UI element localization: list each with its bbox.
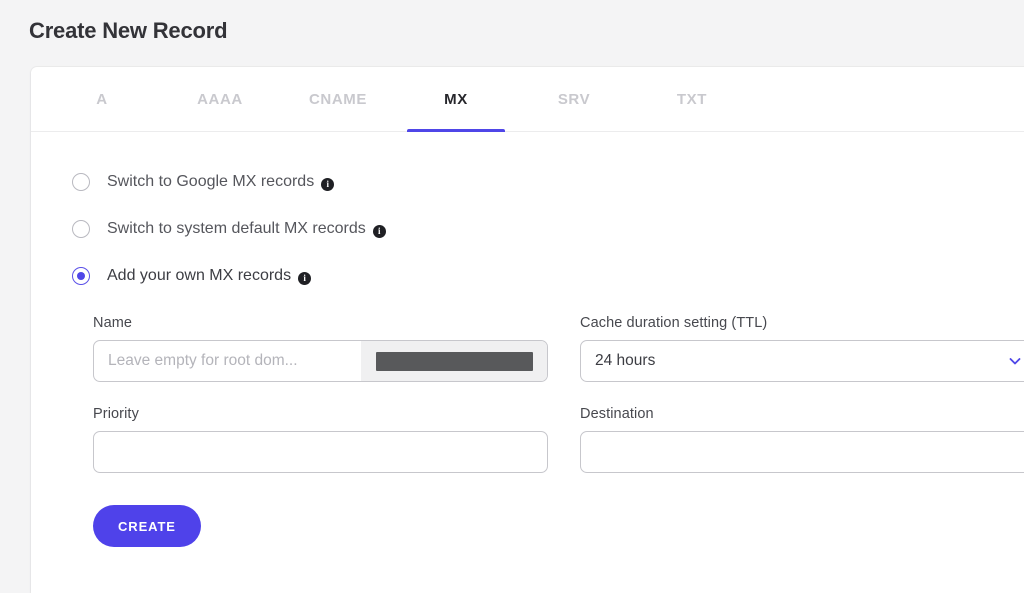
- field-priority: Priority: [93, 406, 548, 473]
- name-input-domain-suffix: [361, 341, 547, 381]
- tab-label: AAAA: [197, 91, 243, 108]
- field-label-destination: Destination: [580, 406, 1024, 422]
- name-input[interactable]: [94, 341, 361, 381]
- form-row-spacer: [31, 382, 1024, 406]
- field-label-ttl: Cache duration setting (TTL): [580, 315, 1024, 331]
- redacted-domain: [376, 352, 533, 371]
- radio-option-label: Switch to Google MX recordsi: [107, 173, 334, 191]
- field-destination: Destination: [580, 406, 1024, 473]
- tab-label: CNAME: [309, 91, 367, 108]
- destination-input[interactable]: [581, 432, 1024, 472]
- name-input-shell[interactable]: [93, 340, 548, 382]
- field-ttl: Cache duration setting (TTL) 24 hours: [580, 315, 1024, 382]
- field-label-priority: Priority: [93, 406, 548, 422]
- create-button[interactable]: CREATE: [93, 505, 201, 547]
- info-icon[interactable]: i: [321, 178, 334, 191]
- tab-cname[interactable]: CNAME: [279, 67, 397, 131]
- tab-mx[interactable]: MX: [397, 67, 515, 131]
- info-icon[interactable]: i: [298, 272, 311, 285]
- tab-srv[interactable]: SRV: [515, 67, 633, 131]
- tab-txt[interactable]: TXT: [633, 67, 751, 131]
- radio-indicator[interactable]: [72, 173, 90, 191]
- info-icon[interactable]: i: [373, 225, 386, 238]
- radio-option-label: Switch to system default MX recordsi: [107, 220, 386, 238]
- tab-label: A: [96, 91, 107, 108]
- field-name: Name: [93, 315, 548, 382]
- radio-indicator[interactable]: [72, 220, 90, 238]
- tab-label: TXT: [677, 91, 707, 108]
- form-row-primary: Name Cache duration setting (TTL) 24 hou…: [31, 315, 1024, 382]
- radio-option-own-mx[interactable]: Add your own MX recordsi: [72, 252, 311, 299]
- mx-mode-radio-group: Switch to Google MX recordsi Switch to s…: [31, 132, 1024, 299]
- form-actions: CREATE: [31, 473, 1024, 547]
- tab-label: MX: [444, 91, 468, 108]
- tab-label: SRV: [558, 91, 590, 108]
- priority-input-shell[interactable]: [93, 431, 548, 473]
- radio-option-google-mx[interactable]: Switch to Google MX recordsi: [72, 158, 334, 205]
- priority-input[interactable]: [94, 432, 547, 472]
- mx-record-form: Name Cache duration setting (TTL) 24 hou…: [31, 299, 1024, 547]
- radio-indicator[interactable]: [72, 267, 90, 285]
- chevron-down-icon[interactable]: [996, 341, 1024, 381]
- tab-a[interactable]: A: [43, 67, 161, 131]
- record-type-tabs: A AAAA CNAME MX SRV TXT: [31, 67, 1024, 132]
- field-label-name: Name: [93, 315, 548, 331]
- tab-aaaa[interactable]: AAAA: [161, 67, 279, 131]
- form-row-secondary: Priority Destination: [31, 406, 1024, 473]
- radio-option-system-default-mx[interactable]: Switch to system default MX recordsi: [72, 205, 386, 252]
- ttl-select[interactable]: 24 hours: [580, 340, 1024, 382]
- radio-option-label: Add your own MX recordsi: [107, 267, 311, 285]
- ttl-selected-value: 24 hours: [581, 341, 996, 381]
- destination-input-shell[interactable]: [580, 431, 1024, 473]
- create-record-card: A AAAA CNAME MX SRV TXT Switch to Google…: [31, 67, 1024, 593]
- page-title: Create New Record: [29, 18, 227, 44]
